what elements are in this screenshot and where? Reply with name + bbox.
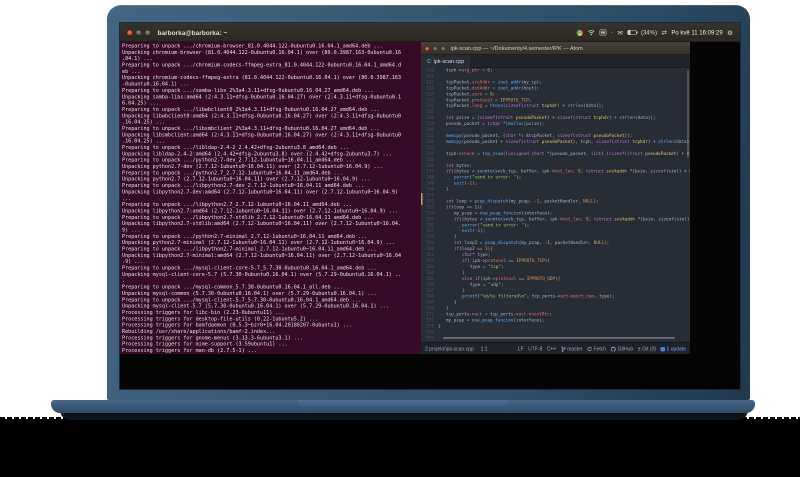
code-line: 544 tcph->check = tcp_csum((unsigned shor…: [421, 151, 690, 157]
tab-bar: C ipk-scan.cpp: [421, 55, 690, 68]
wifi-icon[interactable]: [588, 30, 596, 36]
session-gear-icon[interactable]: ⚙: [727, 29, 733, 36]
status-items: LF UTF-8 C++ master Fetch GitHub ± Git (0) 1 upd…: [518, 346, 686, 352]
terminal-window-buttons: [127, 29, 151, 36]
code-line: 542 memcpy(pseudo_packet + sizeof(struct …: [421, 139, 690, 145]
screen: barborka@barborka: ~ ◦ ✉ (34%) ⇄ Po kvě …: [120, 23, 740, 389]
vertical-scrollbar[interactable]: [687, 70, 689, 340]
status-item-utf-8[interactable]: UTF-8: [528, 346, 542, 352]
atom-titlebar[interactable]: ipk-scan.cpp — ~/Dokumenty/4.semester/IP…: [421, 42, 690, 55]
terminal-window[interactable]: Preparing to unpack .../chromium-browser…: [120, 42, 421, 354]
mail-icon[interactable]: ✉: [617, 29, 622, 36]
bluetooth-icon[interactable]: ◦: [611, 29, 613, 36]
battery-percentage: (34%): [640, 29, 657, 36]
terminal-maximize-button[interactable]: [145, 29, 151, 36]
laptop-base: [51, 400, 755, 413]
status-item-lf[interactable]: LF: [518, 346, 524, 352]
horizontal-scrollbar[interactable]: [443, 337, 675, 339]
atom-window-title: ipk-scan.cpp — ~/Dokumenty/4.semester/IP…: [450, 45, 583, 52]
laptop-bezel: barborka@barborka: ~ ◦ ✉ (34%) ⇄ Po kvě …: [107, 5, 750, 400]
laptop-base-notch: [298, 400, 508, 407]
chromium-update-icon[interactable]: [576, 29, 584, 36]
terminal-minimize-button[interactable]: [136, 29, 142, 36]
status-file-path[interactable]: 2.projekt/ipk-scan.cpp: [425, 346, 474, 352]
terminal-output: Preparing to unpack .../chromium-browser…: [122, 43, 402, 354]
status-item-github[interactable]: GitHub: [610, 346, 633, 352]
c-language-icon: C: [427, 58, 431, 65]
battery-icon[interactable]: [627, 30, 638, 35]
status-item-git-0-[interactable]: ± Git (0): [638, 346, 656, 352]
tab-ipk-scan[interactable]: C ipk-scan.cpp: [421, 55, 471, 68]
status-cursor-position[interactable]: 1:1: [481, 346, 488, 352]
status-item-c-[interactable]: C++: [547, 346, 556, 352]
tab-label: ipk-scan.cpp: [433, 58, 465, 65]
editor[interactable]: 530 tcph->urg_ptr = 0; 531 532 tcpPacket.src…: [421, 68, 690, 342]
status-bar: 2.projekt/ipk-scan.cpp 1:1 LF UTF-8 C++ mas…: [421, 342, 690, 354]
arrows-icon[interactable]: ⇄: [661, 29, 666, 36]
update-icon: [660, 346, 666, 352]
terminal-close-button[interactable]: [127, 29, 133, 36]
atom-window: ipk-scan.cpp — ~/Dokumenty/4.semester/IP…: [421, 42, 690, 354]
atom-minimize-button[interactable]: [433, 46, 438, 51]
status-item-fetch[interactable]: Fetch: [587, 346, 606, 352]
clock[interactable]: Po kvě 11 16:09:29: [671, 29, 722, 36]
background-shadow: [0, 417, 800, 477]
atom-close-button[interactable]: [425, 46, 430, 51]
top-panel: barborka@barborka: ~ ◦ ✉ (34%) ⇄ Po kvě …: [120, 23, 740, 42]
status-item-1-update[interactable]: 1 update: [660, 346, 686, 352]
line-number: 575: [426, 335, 434, 341]
atom-maximize-button[interactable]: [441, 46, 446, 51]
code-area: 530 tcph->urg_ptr = 0; 531 532 tcpPacket.src…: [421, 68, 690, 342]
status-item-master[interactable]: master: [561, 346, 583, 352]
keyboard-indicator-icon[interactable]: [599, 29, 607, 36]
system-tray: ◦ ✉ (34%) ⇄ Po kvě 11 16:09:29 ⚙: [576, 29, 733, 36]
terminal-window-title: barborka@barborka: ~: [157, 28, 228, 37]
atom-window-buttons: [425, 46, 446, 51]
